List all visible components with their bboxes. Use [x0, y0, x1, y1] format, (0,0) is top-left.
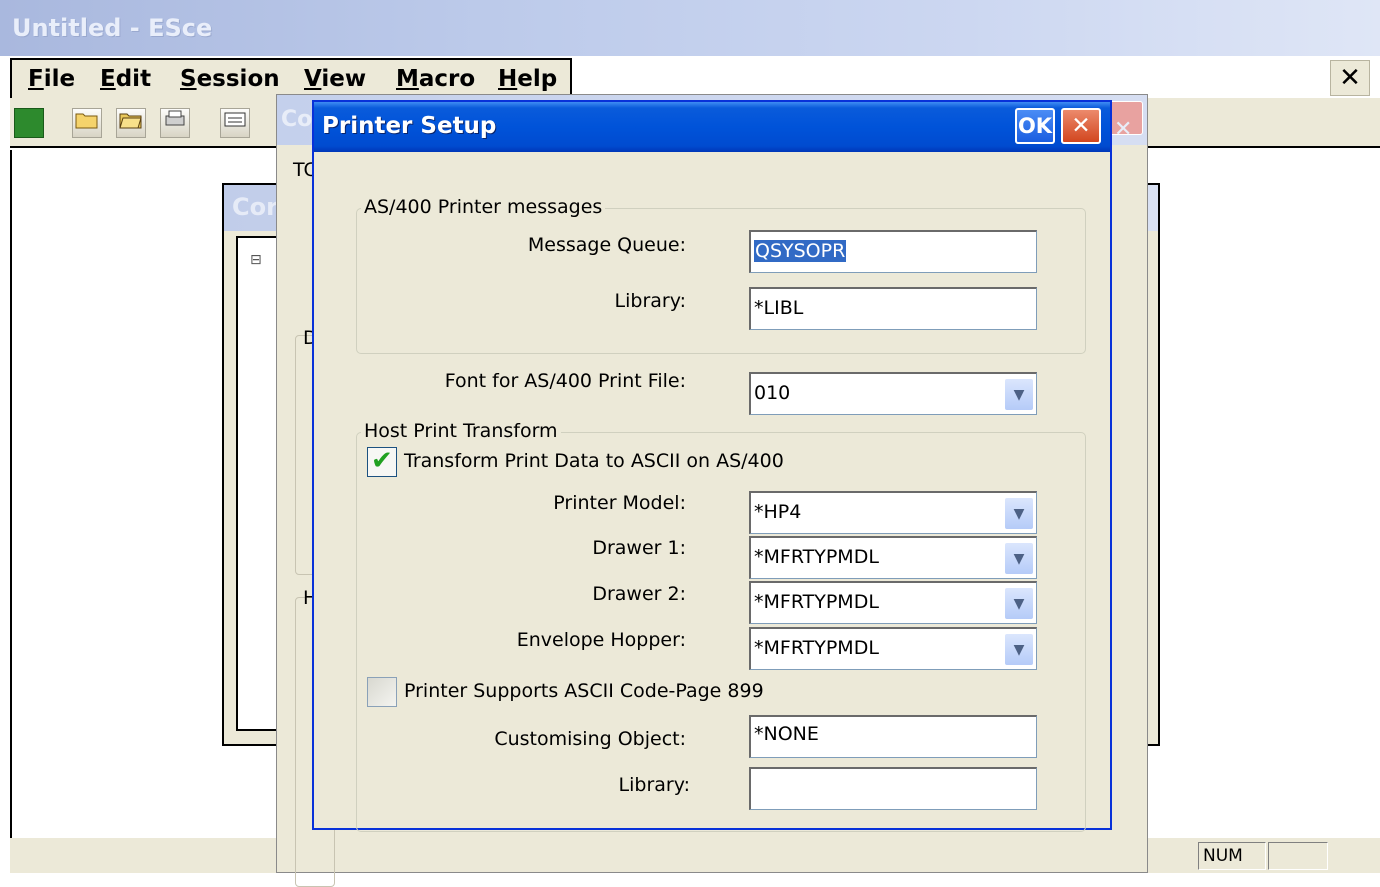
customising-object-label: Customising Object:: [494, 728, 686, 750]
drawer2-label: Drawer 2:: [592, 583, 686, 605]
menu-bar: File Edit Session View Macro Help: [10, 58, 572, 98]
background-config-title: Cor: [232, 193, 278, 221]
customising-library-label: Library:: [618, 774, 690, 796]
close-icon: ✕: [1071, 113, 1091, 139]
menu-session[interactable]: Session: [180, 66, 280, 92]
close-icon: ✕: [1339, 63, 1361, 93]
ok-button[interactable]: OK: [1015, 108, 1055, 144]
dialog-title: Printer Setup: [322, 113, 497, 139]
library-field[interactable]: *LIBL: [749, 287, 1037, 330]
ascii899-checkbox-label[interactable]: Printer Supports ASCII Code-Page 899: [404, 680, 764, 702]
dialog-close-button[interactable]: ✕: [1061, 108, 1101, 144]
transform-checkbox-label[interactable]: Transform Print Data to ASCII on AS/400: [404, 450, 788, 472]
open-folder-alt-icon[interactable]: [116, 108, 146, 138]
envelope-hopper-label: Envelope Hopper:: [516, 629, 686, 651]
font-combo[interactable]: 010 ▼: [749, 372, 1037, 415]
printer-model-label: Printer Model:: [553, 492, 686, 514]
connect-icon[interactable]: [14, 108, 44, 138]
open-folder-icon[interactable]: [72, 108, 102, 138]
chevron-down-icon[interactable]: ▼: [1004, 542, 1034, 575]
tree-collapse-icon[interactable]: ⊟: [250, 252, 262, 268]
message-queue-value: QSYSOPR: [754, 240, 847, 262]
print-icon[interactable]: [160, 108, 190, 138]
message-queue-label: Message Queue:: [527, 234, 686, 256]
drawer1-label: Drawer 1:: [592, 537, 686, 559]
drawer1-combo[interactable]: *MFRTYPMDL ▼: [749, 536, 1037, 579]
chevron-down-icon[interactable]: ▼: [1004, 497, 1034, 530]
menu-file[interactable]: File: [28, 66, 75, 92]
num-lock-indicator: NUM: [1198, 842, 1266, 870]
menu-macro[interactable]: Macro: [396, 66, 475, 92]
transform-checkbox[interactable]: [367, 446, 397, 477]
app-close-button[interactable]: ✕: [1330, 60, 1370, 96]
chevron-down-icon[interactable]: ▼: [1004, 587, 1034, 620]
drawer2-value: *MFRTYPMDL: [754, 591, 879, 613]
chevron-down-icon[interactable]: ▼: [1004, 378, 1034, 411]
background-close-button[interactable]: ✕: [1109, 101, 1143, 142]
background-session-title: Co: [281, 107, 313, 132]
font-label: Font for AS/400 Print File:: [444, 370, 686, 392]
drawer1-value: *MFRTYPMDL: [754, 546, 879, 568]
close-icon: ✕: [1114, 117, 1133, 142]
status-pane-empty: [1268, 842, 1328, 870]
menu-help[interactable]: Help: [498, 66, 557, 92]
chevron-down-icon[interactable]: ▼: [1004, 633, 1034, 666]
library-label: Library:: [614, 290, 686, 312]
printer-model-combo[interactable]: *HP4 ▼: [749, 491, 1037, 534]
menu-edit[interactable]: Edit: [100, 66, 151, 92]
app-titlebar[interactable]: Untitled - ESce: [0, 0, 1380, 56]
printer-messages-group-label: AS/400 Printer messages: [361, 196, 606, 218]
app-title: Untitled - ESce: [12, 14, 213, 42]
dialog-titlebar[interactable]: Printer Setup OK ✕: [314, 102, 1110, 152]
host-print-transform-group-label: Host Print Transform: [361, 420, 561, 442]
printer-model-value: *HP4: [754, 501, 802, 523]
menu-view[interactable]: View: [304, 66, 366, 92]
font-value: 010: [754, 382, 791, 404]
customising-library-field[interactable]: [749, 767, 1037, 810]
printer-setup-dialog: Printer Setup OK ✕ AS/400 Printer messag…: [312, 100, 1112, 832]
customising-object-field[interactable]: *NONE: [749, 715, 1037, 758]
ascii899-checkbox[interactable]: [367, 677, 397, 707]
keyboard-icon[interactable]: [220, 108, 250, 138]
message-queue-field[interactable]: QSYSOPR: [749, 230, 1037, 273]
envelope-hopper-combo[interactable]: *MFRTYPMDL ▼: [749, 627, 1037, 670]
drawer2-combo[interactable]: *MFRTYPMDL ▼: [749, 581, 1037, 624]
envelope-hopper-value: *MFRTYPMDL: [754, 637, 879, 659]
